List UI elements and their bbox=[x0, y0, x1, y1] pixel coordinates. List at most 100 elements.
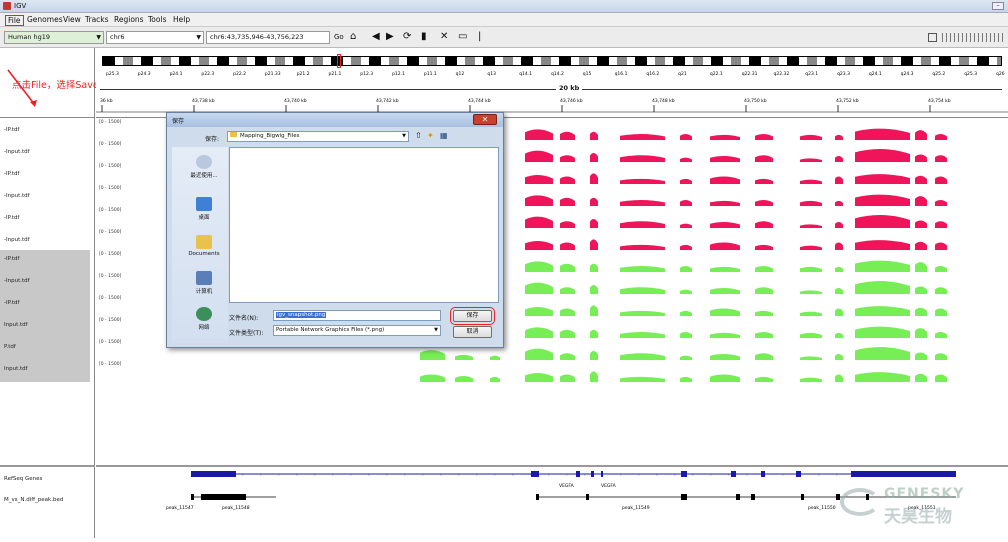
watermark-logo-icon bbox=[840, 488, 880, 516]
gene-exon bbox=[576, 471, 580, 477]
title-bar: IGV – bbox=[0, 0, 1008, 13]
locus-input[interactable]: chr6:43,735,946-43,756,223 bbox=[206, 31, 330, 44]
coverage-peak bbox=[855, 372, 910, 382]
menu-help[interactable]: Help bbox=[173, 15, 190, 24]
coverage-track[interactable]: [0 - 1500] bbox=[96, 360, 1008, 382]
coverage-peak bbox=[915, 154, 927, 162]
coverage-peak bbox=[620, 353, 665, 360]
view-menu-icon[interactable]: ▦ bbox=[440, 131, 448, 140]
track-name[interactable]: Input.tdf bbox=[0, 316, 90, 338]
zoom-slider[interactable] bbox=[942, 33, 1004, 42]
ruler-area: p25.3 p24.3 p24.1 p22.3 p22.2 p21.33 p21.2 p21.… bbox=[96, 48, 1008, 118]
band-label: q14.2 bbox=[551, 71, 564, 77]
track-name[interactable]: -IP.tdf bbox=[4, 127, 19, 133]
coverage-peak bbox=[590, 329, 598, 338]
peak-label: peak_11550 bbox=[808, 505, 836, 511]
place-network[interactable]: 网络 bbox=[176, 307, 232, 331]
gene-exon bbox=[681, 471, 687, 477]
recent-icon bbox=[196, 155, 212, 169]
band-label: q22.1 bbox=[710, 71, 723, 77]
chromosome-ideogram[interactable] bbox=[102, 56, 1002, 66]
home-icon[interactable]: ⌂ bbox=[350, 31, 356, 43]
place-documents[interactable]: Documents bbox=[176, 235, 232, 257]
track-name[interactable]: -IP.tdf bbox=[4, 215, 19, 221]
desktop-icon bbox=[196, 197, 212, 211]
coverage-peak bbox=[935, 242, 947, 250]
gene-exon bbox=[856, 471, 956, 477]
coverage-peak bbox=[935, 155, 947, 162]
coverage-peak bbox=[525, 216, 553, 228]
dialog-close-button[interactable]: ✕ bbox=[473, 114, 497, 125]
menu-regions[interactable]: Regions bbox=[114, 15, 144, 24]
save-button[interactable]: 保存 bbox=[450, 307, 495, 325]
chevron-down-icon: ▼ bbox=[402, 133, 406, 139]
band-label: q25.2 bbox=[932, 71, 945, 77]
popup-icon[interactable]: ▭ bbox=[458, 31, 467, 43]
roi-icon[interactable]: ▮ bbox=[421, 31, 427, 43]
coverage-peak bbox=[420, 374, 445, 382]
band-label: q13 bbox=[487, 71, 496, 77]
coverage-peak bbox=[525, 150, 553, 162]
gene-exon bbox=[191, 471, 236, 477]
place-computer[interactable]: 计算机 bbox=[176, 271, 232, 295]
new-folder-icon[interactable]: ✦ bbox=[427, 131, 434, 140]
coverage-peak bbox=[915, 241, 927, 250]
coverage-peak bbox=[855, 326, 910, 338]
filename-value: igv_snapshot.png bbox=[276, 312, 327, 318]
ideogram-band-labels: p25.3 p24.3 p24.1 p22.3 p22.2 p21.33 p21.2 p21.… bbox=[106, 71, 1005, 77]
menu-tracks[interactable]: Tracks bbox=[85, 15, 109, 24]
track-name[interactable]: -Input.tdf bbox=[4, 193, 30, 199]
menu-file[interactable]: File bbox=[5, 15, 24, 26]
track-name[interactable]: -Input.tdf bbox=[0, 272, 90, 294]
chevron-down-icon: ▼ bbox=[434, 327, 438, 333]
track-name[interactable]: -IP.tdf bbox=[0, 250, 90, 272]
file-list[interactable] bbox=[229, 147, 499, 303]
zoom-out-icon[interactable] bbox=[928, 33, 937, 42]
coverage-peak bbox=[620, 221, 665, 228]
coverage-peak bbox=[525, 261, 553, 272]
genome-select[interactable]: Human hg19 ▼ bbox=[4, 31, 104, 44]
menu-view[interactable]: View bbox=[63, 15, 81, 24]
coverage-peak bbox=[755, 155, 773, 162]
back-icon[interactable]: ◀ bbox=[372, 31, 380, 43]
refresh-icon[interactable]: ⟳ bbox=[403, 31, 411, 43]
coverage-peak bbox=[915, 286, 927, 294]
coverage-peak bbox=[755, 287, 773, 294]
coverage-peak bbox=[560, 263, 575, 272]
gene-exon bbox=[531, 471, 539, 477]
coverage-peak bbox=[525, 282, 553, 294]
track-name[interactable]: -IP.tdf bbox=[0, 294, 90, 316]
up-folder-icon[interactable]: ⇧ bbox=[415, 131, 422, 140]
menu-tools[interactable]: Tools bbox=[148, 15, 166, 24]
refseq-genes-label: RefSeq Genes bbox=[4, 476, 43, 482]
track-name[interactable]: Input.tdf bbox=[0, 360, 90, 382]
coverage-peak bbox=[560, 131, 575, 140]
span-label: 20 kb bbox=[556, 84, 583, 92]
coverage-peak bbox=[710, 176, 740, 184]
menu-genomes[interactable]: Genomes bbox=[27, 15, 63, 24]
computer-icon bbox=[196, 271, 212, 285]
filetype-select[interactable]: Portable Network Graphics Files (*.png) ▼ bbox=[273, 325, 441, 336]
forward-icon[interactable]: ▶ bbox=[386, 31, 394, 43]
band-label: q16.1 bbox=[615, 71, 628, 77]
place-recent-label: 最近使用... bbox=[190, 173, 218, 179]
coverage-peak bbox=[560, 308, 575, 316]
cancel-button[interactable]: 取消 bbox=[453, 326, 492, 338]
resize-icon[interactable]: | bbox=[478, 31, 481, 43]
coverage-peak bbox=[755, 353, 773, 360]
track-name[interactable]: -Input.tdf bbox=[4, 149, 30, 155]
go-button[interactable]: Go bbox=[334, 31, 344, 43]
track-name-panel: -IP.tdf -Input.tdf -IP.tdf -Input.tdf -IP.td… bbox=[0, 48, 95, 538]
track-name[interactable]: -Input.tdf bbox=[4, 237, 30, 243]
chromosome-select[interactable]: chr6 ▼ bbox=[106, 31, 204, 44]
track-name[interactable]: P.tdf bbox=[0, 338, 90, 360]
place-desktop[interactable]: 桌面 bbox=[176, 197, 232, 221]
place-recent[interactable]: 最近使用... bbox=[176, 155, 232, 179]
track-name[interactable]: -IP.tdf bbox=[4, 171, 19, 177]
filename-input[interactable]: igv_snapshot.png bbox=[273, 310, 441, 321]
peak-bed-label: M_vs_N.diff_peak.bed bbox=[4, 497, 64, 503]
place-documents-label: Documents bbox=[188, 251, 220, 257]
minimize-icon[interactable]: – bbox=[992, 2, 1004, 10]
folder-select[interactable]: Mapping_Bigwig_Files ▼ bbox=[227, 131, 409, 142]
close-tracks-icon[interactable]: ✕ bbox=[440, 31, 448, 43]
